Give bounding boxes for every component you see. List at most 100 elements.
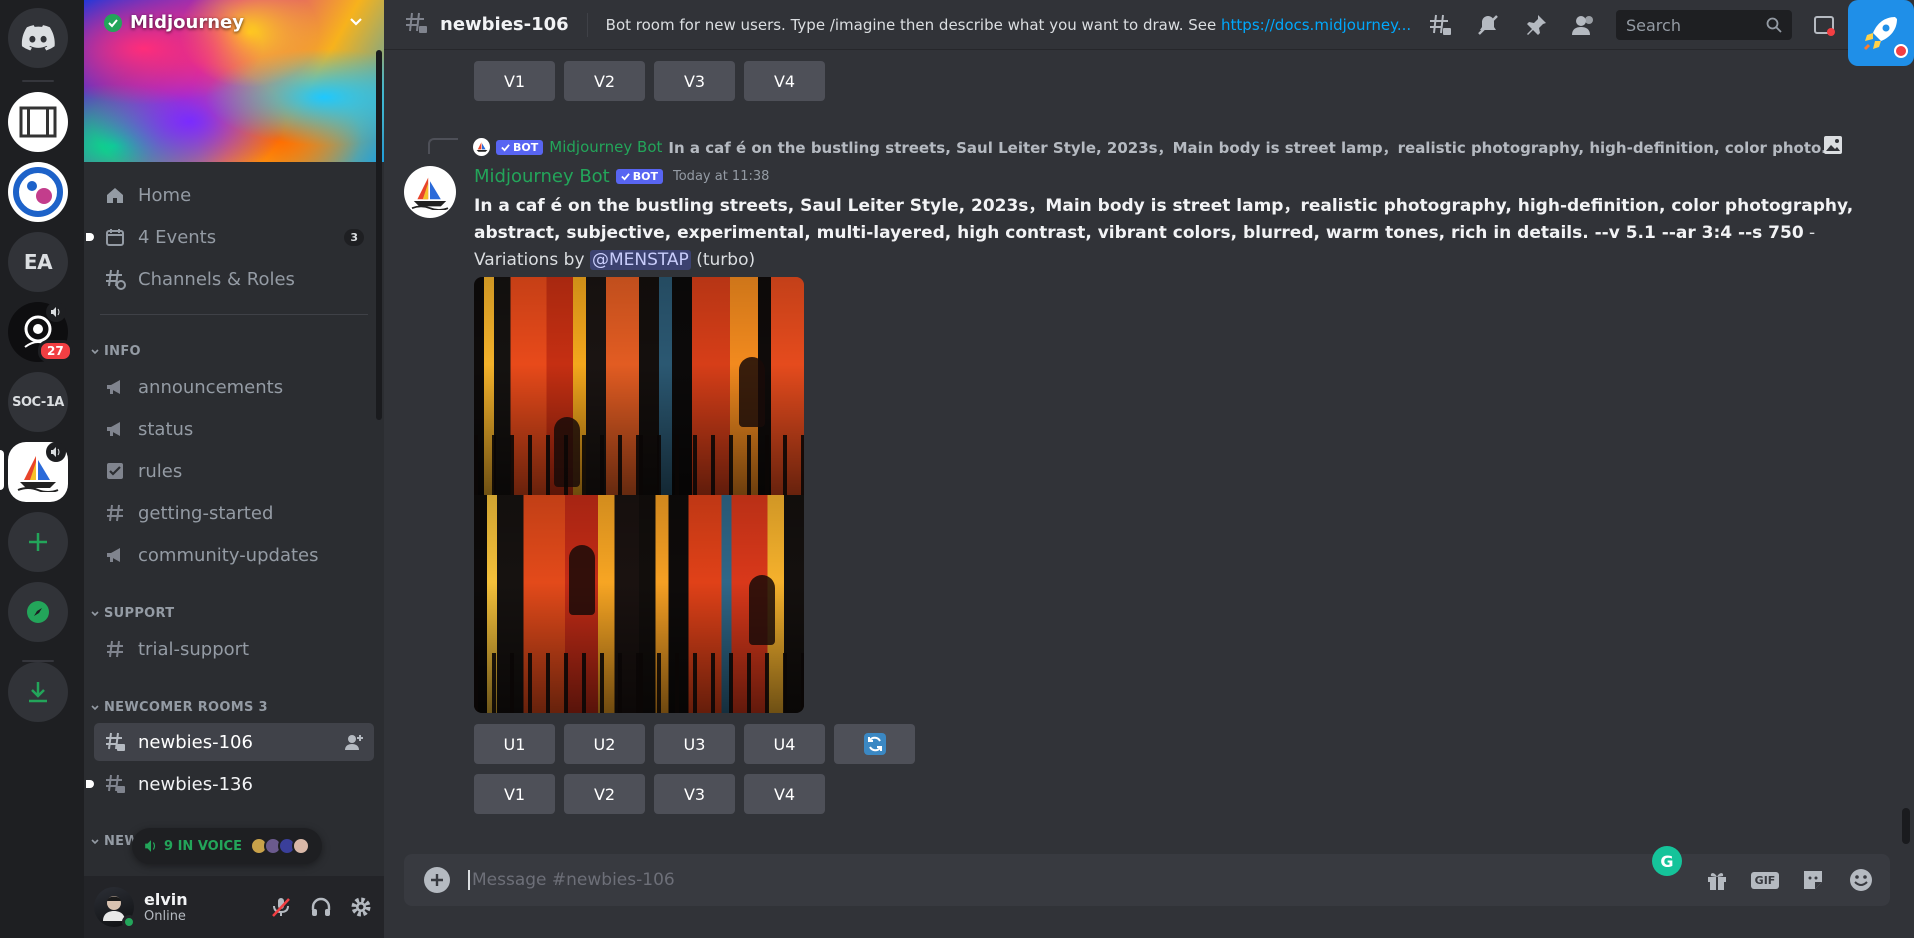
user-mention[interactable]: @MENSTAP — [589, 250, 691, 270]
channel-rules[interactable]: rules — [94, 452, 374, 490]
threads-icon — [1430, 14, 1451, 35]
v2-button[interactable]: V2 — [564, 61, 645, 101]
gift-button[interactable] — [1700, 863, 1734, 897]
u3-button[interactable]: U3 — [654, 724, 735, 764]
reply-reference[interactable]: BOT Midjourney Bot In a caf é on the bus… — [473, 136, 1843, 158]
grammarly-icon[interactable]: G — [1652, 846, 1682, 876]
hash-icon — [104, 502, 126, 524]
u2-button[interactable]: U2 — [564, 724, 645, 764]
v2-button[interactable]: V2 — [564, 774, 645, 814]
hash-icon — [104, 638, 126, 660]
invite-member-icon[interactable] — [344, 732, 364, 757]
chevron-down-icon — [91, 704, 99, 710]
v1-button[interactable]: V1 — [474, 774, 555, 814]
server-ea[interactable]: EA — [8, 232, 68, 292]
chevron-down-icon — [91, 838, 99, 844]
emoji-button[interactable] — [1844, 863, 1878, 897]
v4-button[interactable]: V4 — [744, 61, 825, 101]
inbox-button[interactable] — [1805, 6, 1843, 44]
sidebar-item-label: Home — [138, 184, 192, 206]
sidebar-item-events[interactable]: 4 Events 3 — [86, 218, 374, 256]
server-header[interactable]: Midjourney — [104, 12, 244, 33]
channel-announcements[interactable]: announcements — [94, 368, 374, 406]
channel-label: getting-started — [138, 502, 274, 524]
server-2[interactable] — [8, 162, 68, 222]
user-avatar[interactable] — [94, 887, 136, 929]
sidebar-item-home[interactable]: Home — [94, 176, 374, 214]
server-name: Midjourney — [130, 12, 244, 33]
promo-rocket-button[interactable] — [1848, 0, 1914, 66]
reroll-button[interactable] — [834, 724, 915, 764]
sticker-button[interactable] — [1796, 863, 1830, 897]
bot-tag-label: BOT — [513, 140, 539, 154]
deafen-button[interactable] — [306, 892, 336, 922]
member-list-button[interactable] — [1565, 6, 1603, 44]
message-input[interactable]: Message #newbies-106 — [468, 870, 675, 890]
voice-count-label: 9 IN VOICE — [164, 838, 242, 854]
chat-scrollbar[interactable] — [1902, 808, 1910, 844]
download-apps-button[interactable] — [8, 662, 68, 722]
explore-servers-button[interactable] — [8, 582, 68, 642]
pin-icon — [1527, 15, 1546, 35]
add-server-button[interactable] — [8, 512, 68, 572]
user-info[interactable]: elvin Online — [144, 890, 188, 924]
message-avatar[interactable] — [404, 166, 456, 218]
channel-getting-started[interactable]: getting-started — [94, 494, 374, 532]
v4-button[interactable]: V4 — [744, 774, 825, 814]
v3-button[interactable]: V3 — [654, 774, 735, 814]
category-support[interactable]: SUPPORT — [90, 606, 174, 621]
category-label: NEWCOMER ROOMS 3 — [104, 700, 268, 715]
events-count-badge: 3 — [344, 228, 364, 246]
channel-topic[interactable]: Bot room for new users. Type /imagine th… — [606, 16, 1412, 34]
topic-link[interactable]: https://docs.midjourney... — [1221, 16, 1411, 34]
prev-variation-buttons: V1 V2 V3 V4 — [474, 61, 825, 101]
mute-microphone-button[interactable] — [266, 892, 296, 922]
pinned-messages-button[interactable] — [1517, 6, 1555, 44]
v3-button[interactable]: V3 — [654, 61, 735, 101]
channel-label: newbies-136 — [138, 773, 253, 795]
avatar — [291, 837, 310, 855]
reply-avatar — [473, 138, 491, 156]
server-banner[interactable]: Midjourney — [84, 0, 384, 162]
sidebar-item-label: Channels & Roles — [138, 268, 295, 290]
sidebar-item-channels-roles[interactable]: Channels & Roles — [94, 260, 374, 298]
bot-tag-label: BOT — [632, 170, 658, 183]
header-toolbar: Search — [1416, 0, 1914, 66]
channel-newbies-136[interactable]: newbies-136 — [86, 765, 374, 803]
voice-avatars — [249, 837, 310, 855]
u1-button[interactable]: U1 — [474, 724, 555, 764]
reply-text: In a caf é on the bustling streets, Saul… — [668, 138, 1843, 157]
reply-author[interactable]: Midjourney Bot — [549, 138, 662, 156]
category-info[interactable]: INFO — [90, 344, 141, 359]
threads-button[interactable] — [1421, 6, 1459, 44]
plus-circle-icon — [431, 874, 443, 886]
sidebar-scrollbar[interactable] — [376, 50, 382, 420]
channel-label: newbies-106 — [138, 731, 253, 753]
gif-button[interactable]: GIF — [1748, 863, 1782, 897]
topic-text: Bot room for new users. Type /imagine th… — [605, 15, 1222, 34]
v1-button[interactable]: V1 — [474, 61, 555, 101]
chevron-down-icon[interactable] — [348, 14, 364, 34]
server-2-logo-icon — [13, 167, 63, 217]
voice-activity-pill[interactable]: 9 IN VOICE — [132, 828, 322, 864]
message-header: Midjourney Bot BOT Today at 11:38 — [474, 166, 769, 187]
channel-status[interactable]: status — [94, 410, 374, 448]
discord-logo-icon — [21, 25, 55, 51]
category-label: INFO — [104, 344, 141, 359]
u4-button[interactable]: U4 — [744, 724, 825, 764]
server-soc[interactable]: SOC-1A — [8, 372, 68, 432]
search-input[interactable]: Search — [1616, 10, 1792, 40]
direct-messages-button[interactable] — [8, 8, 68, 68]
channel-newbies-106[interactable]: newbies-106 — [94, 723, 374, 761]
server-1[interactable] — [8, 92, 68, 152]
channel-community-updates[interactable]: community-updates — [94, 536, 374, 574]
generated-image-grid[interactable] — [474, 277, 804, 713]
message-author[interactable]: Midjourney Bot — [474, 166, 610, 187]
channel-trial-support[interactable]: trial-support — [94, 630, 374, 668]
unread-indicator — [86, 780, 94, 788]
user-settings-button[interactable] — [346, 892, 376, 922]
upload-button[interactable] — [424, 867, 450, 893]
notification-settings-button[interactable] — [1469, 6, 1507, 44]
bot-tag: BOT — [615, 169, 663, 184]
category-newcomer-rooms[interactable]: NEWCOMER ROOMS 3 — [90, 700, 268, 715]
